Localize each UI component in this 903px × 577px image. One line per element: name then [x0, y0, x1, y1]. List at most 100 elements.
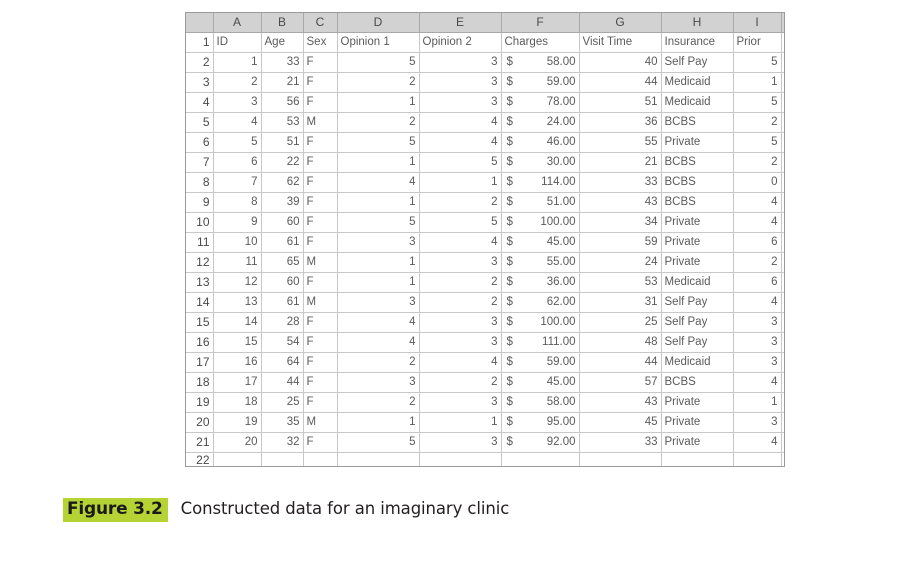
cell-id-13[interactable]: 13 [213, 292, 262, 313]
header-cell-visit-time[interactable]: Visit Time [579, 32, 662, 53]
cell-age-3[interactable]: 56 [261, 92, 304, 113]
cell-sex-16[interactable]: F [303, 352, 338, 373]
cell-prior-3[interactable]: 5 [733, 92, 782, 113]
cell-visit-time-16[interactable]: 44 [579, 352, 662, 373]
cell-opinion1-5[interactable]: 5 [337, 132, 420, 153]
header-cell-insurance[interactable]: Insurance [661, 32, 734, 53]
cell-charges-2[interactable]: $59.00 [501, 72, 580, 93]
cell-id-2[interactable]: 2 [213, 72, 262, 93]
cell-prior-8[interactable]: 4 [733, 192, 782, 213]
cell-sex-15[interactable]: F [303, 332, 338, 353]
cell-extra-10[interactable] [781, 232, 784, 253]
row-header-16[interactable]: 16 [186, 332, 214, 353]
cell-charges-16[interactable]: $59.00 [501, 352, 580, 373]
empty-cell[interactable] [337, 452, 420, 466]
row-header-19[interactable]: 19 [186, 392, 214, 413]
row-header-22[interactable]: 22 [186, 452, 214, 466]
cell-prior-14[interactable]: 3 [733, 312, 782, 333]
cell-opinion2-2[interactable]: 3 [419, 72, 502, 93]
spreadsheet-grid[interactable]: A B C D E F G H I J 1 ID Age Sex Opinion… [185, 12, 785, 467]
cell-opinion1-11[interactable]: 1 [337, 252, 420, 273]
column-header-j[interactable]: J [781, 13, 784, 33]
cell-sex-11[interactable]: M [303, 252, 338, 273]
cell-extra-12[interactable] [781, 272, 784, 293]
cell-sex-19[interactable]: M [303, 412, 338, 433]
cell-id-20[interactable]: 20 [213, 432, 262, 453]
cell-opinion2-15[interactable]: 3 [419, 332, 502, 353]
cell-prior-17[interactable]: 4 [733, 372, 782, 393]
cell-charges-3[interactable]: $78.00 [501, 92, 580, 113]
cell-insurance-1[interactable]: Self Pay [661, 52, 734, 73]
empty-cell[interactable] [419, 452, 502, 466]
cell-extra-17[interactable] [781, 372, 784, 393]
cell-opinion2-4[interactable]: 4 [419, 112, 502, 133]
cell-age-8[interactable]: 39 [261, 192, 304, 213]
cell-visit-time-10[interactable]: 59 [579, 232, 662, 253]
row-header-9[interactable]: 9 [186, 192, 214, 213]
column-header-d[interactable]: D [337, 13, 420, 33]
row-header-15[interactable]: 15 [186, 312, 214, 333]
cell-id-9[interactable]: 9 [213, 212, 262, 233]
cell-age-15[interactable]: 54 [261, 332, 304, 353]
cell-sex-20[interactable]: F [303, 432, 338, 453]
cell-age-9[interactable]: 60 [261, 212, 304, 233]
row-header-17[interactable]: 17 [186, 352, 214, 373]
cell-visit-time-12[interactable]: 53 [579, 272, 662, 293]
cell-insurance-7[interactable]: BCBS [661, 172, 734, 193]
cell-prior-18[interactable]: 1 [733, 392, 782, 413]
cell-charges-12[interactable]: $36.00 [501, 272, 580, 293]
cell-extra-7[interactable] [781, 172, 784, 193]
cell-extra-16[interactable] [781, 352, 784, 373]
row-header-4[interactable]: 4 [186, 92, 214, 113]
row-header-20[interactable]: 20 [186, 412, 214, 433]
header-cell-charges[interactable]: Charges [501, 32, 580, 53]
cell-charges-17[interactable]: $45.00 [501, 372, 580, 393]
cell-age-13[interactable]: 61 [261, 292, 304, 313]
cell-age-10[interactable]: 61 [261, 232, 304, 253]
cell-id-19[interactable]: 19 [213, 412, 262, 433]
cell-id-7[interactable]: 7 [213, 172, 262, 193]
cell-prior-16[interactable]: 3 [733, 352, 782, 373]
cell-sex-17[interactable]: F [303, 372, 338, 393]
cell-charges-11[interactable]: $55.00 [501, 252, 580, 273]
row-header-6[interactable]: 6 [186, 132, 214, 153]
cell-extra-5[interactable] [781, 132, 784, 153]
header-cell-prior[interactable]: Prior [733, 32, 782, 53]
cell-insurance-17[interactable]: BCBS [661, 372, 734, 393]
column-header-f[interactable]: F [501, 13, 580, 33]
cell-id-14[interactable]: 14 [213, 312, 262, 333]
cell-id-6[interactable]: 6 [213, 152, 262, 173]
empty-cell[interactable] [303, 452, 338, 466]
cell-opinion2-19[interactable]: 1 [419, 412, 502, 433]
cell-charges-14[interactable]: $100.00 [501, 312, 580, 333]
row-header-3[interactable]: 3 [186, 72, 214, 93]
cell-sex-18[interactable]: F [303, 392, 338, 413]
cell-charges-8[interactable]: $51.00 [501, 192, 580, 213]
cell-extra-20[interactable] [781, 432, 784, 453]
column-header-i[interactable]: I [733, 13, 782, 33]
cell-opinion2-6[interactable]: 5 [419, 152, 502, 173]
cell-sex-8[interactable]: F [303, 192, 338, 213]
cell-id-4[interactable]: 4 [213, 112, 262, 133]
cell-id-8[interactable]: 8 [213, 192, 262, 213]
cell-age-11[interactable]: 65 [261, 252, 304, 273]
cell-age-18[interactable]: 25 [261, 392, 304, 413]
cell-insurance-13[interactable]: Self Pay [661, 292, 734, 313]
cell-sex-12[interactable]: F [303, 272, 338, 293]
cell-extra-1[interactable] [781, 52, 784, 73]
cell-opinion2-3[interactable]: 3 [419, 92, 502, 113]
cell-visit-time-2[interactable]: 44 [579, 72, 662, 93]
cell-id-3[interactable]: 3 [213, 92, 262, 113]
cell-sex-13[interactable]: M [303, 292, 338, 313]
cell-opinion1-17[interactable]: 3 [337, 372, 420, 393]
header-cell-sex[interactable]: Sex [303, 32, 338, 53]
cell-insurance-19[interactable]: Private [661, 412, 734, 433]
empty-cell[interactable] [501, 452, 580, 466]
cell-extra-9[interactable] [781, 212, 784, 233]
header-cell-opinion1[interactable]: Opinion 1 [337, 32, 420, 53]
cell-extra-11[interactable] [781, 252, 784, 273]
cell-insurance-3[interactable]: Medicaid [661, 92, 734, 113]
cell-prior-11[interactable]: 2 [733, 252, 782, 273]
cell-prior-12[interactable]: 6 [733, 272, 782, 293]
cell-charges-7[interactable]: $114.00 [501, 172, 580, 193]
